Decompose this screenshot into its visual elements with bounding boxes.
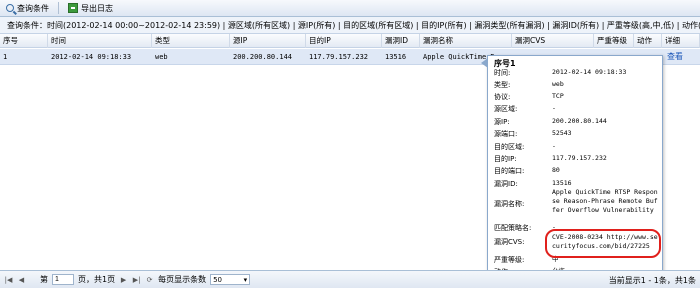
search-icon — [6, 4, 14, 12]
per-page-select[interactable]: 50 ▾ — [210, 274, 251, 285]
column-header-severity[interactable]: 严重等级 — [594, 34, 634, 48]
cell-time: 2012-02-14 09:18:33 — [51, 53, 132, 61]
view-detail-link[interactable]: 查看 — [664, 49, 700, 65]
cell-vuln-id: 13516 — [385, 53, 407, 61]
tooltip-field-label: 目的IP: — [494, 155, 517, 163]
table-header: 序号 时间 类型 源IP 目的IP 漏洞ID 漏洞名称 漏洞CVS 严重等级 动… — [0, 34, 700, 48]
next-page-icon[interactable]: ▶ — [119, 275, 128, 284]
tooltip-field-value: Apple QuickTime RTSP Response Reason-Phr… — [552, 188, 658, 214]
prev-page-icon[interactable]: ◀ — [17, 275, 26, 284]
refresh-icon[interactable]: ⟳ — [145, 275, 154, 284]
tooltip-field-label: 类型: — [494, 81, 511, 89]
cell-type: web — [155, 53, 168, 61]
per-page-label: 每页显示条数 — [158, 275, 207, 284]
tooltip-field-value: web — [552, 80, 564, 88]
toolbar: 查询条件 导出日志 — [0, 0, 700, 17]
tooltip-field-label: 匹配策略名: — [494, 224, 532, 232]
last-page-icon[interactable]: ▶| — [132, 275, 141, 284]
record-count-info: 当前显示1 - 1条，共1条 — [608, 276, 696, 285]
query-conditions-label: 查询条件 — [17, 3, 49, 13]
tooltip-field-value: 52543 — [552, 129, 572, 137]
page-prefix-label: 第 — [40, 275, 48, 284]
page-suffix-label: 页，共1页 — [78, 275, 116, 284]
tooltip-field-label: 源区域: — [494, 105, 518, 113]
export-excel-icon — [68, 3, 78, 13]
query-conditions-button[interactable]: 查询条件 — [3, 1, 52, 15]
tooltip-field-value: - — [552, 142, 556, 150]
tooltip-field-label: 时间: — [494, 69, 511, 77]
cell-dest-ip: 117.79.157.232 — [309, 53, 369, 61]
query-condition-bar: 查询条件：时间(2012-02-14 00:00~2012-02-14 23:5… — [0, 17, 700, 34]
column-header-vuln-name[interactable]: 漏洞名称 — [420, 34, 512, 48]
export-log-button[interactable]: 导出日志 — [65, 1, 116, 15]
tooltip-field-label: 漏洞名称: — [494, 200, 525, 208]
tooltip-field-label: 目的区域: — [494, 143, 525, 151]
column-header-type[interactable]: 类型 — [152, 34, 230, 48]
page-number-input[interactable] — [52, 274, 74, 285]
column-header-action[interactable]: 动作 — [634, 34, 662, 48]
query-condition-text: 查询条件：时间(2012-02-14 00:00~2012-02-14 23:5… — [7, 20, 700, 30]
column-header-dest-ip[interactable]: 目的IP — [306, 34, 382, 48]
tooltip-field-value: 80 — [552, 166, 560, 174]
tooltip-field-value: 117.79.157.232 — [552, 154, 607, 162]
tooltip-field-label: 协议: — [494, 93, 511, 101]
column-header-source-ip[interactable]: 源IP — [230, 34, 306, 48]
column-header-vuln-id[interactable]: 漏洞ID — [382, 34, 420, 48]
tooltip-field-value: 2012-02-14 09:18:33 — [552, 68, 627, 76]
first-page-icon[interactable]: |◀ — [4, 275, 13, 284]
pagination-bar: |◀ ◀ 第 页，共1页 ▶ ▶| ⟳ 每页显示条数 50 ▾ 当前显示1 - … — [0, 270, 700, 288]
tooltip-field-label: 漏洞CVS: — [494, 238, 525, 246]
tooltip-field-value: 200.200.80.144 — [552, 117, 607, 125]
column-header-vuln-cvs[interactable]: 漏洞CVS — [512, 34, 594, 48]
export-log-label: 导出日志 — [81, 3, 113, 13]
tooltip-field-label: 严重等级: — [494, 256, 525, 264]
cell-source-ip: 200.200.80.144 — [233, 53, 293, 61]
tooltip-field-value: - — [552, 104, 556, 112]
column-header-index[interactable]: 序号 — [0, 34, 48, 48]
tooltip-field-label: 漏洞ID: — [494, 180, 518, 188]
tooltip-field-label: 目的端口: — [494, 167, 525, 175]
tooltip-field-value: TCP — [552, 92, 564, 100]
cvs-highlight-circle — [545, 229, 661, 258]
column-header-time[interactable]: 时间 — [48, 34, 152, 48]
tooltip-field-label: 源IP: — [494, 118, 510, 126]
tooltip-field-value: 13516 — [552, 179, 572, 187]
tooltip-field-label: 源端口: — [494, 130, 518, 138]
column-header-detail[interactable]: 详细 — [662, 34, 700, 48]
toolbar-divider — [58, 2, 59, 14]
cell-index: 1 — [3, 53, 8, 61]
per-page-value: 50 — [213, 275, 223, 284]
chevron-down-icon: ▾ — [243, 275, 248, 284]
tooltip-arrow — [481, 58, 488, 68]
